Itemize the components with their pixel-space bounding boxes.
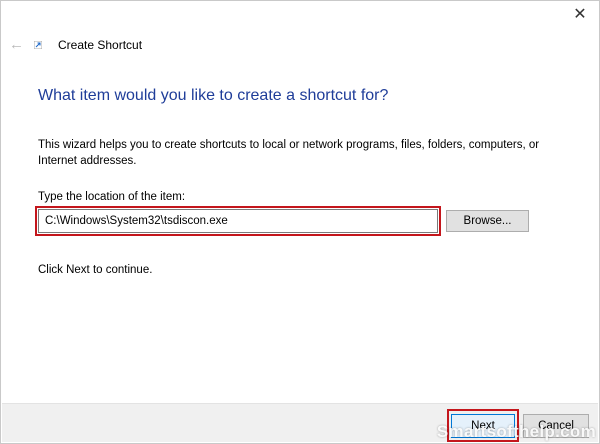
window-title: Create Shortcut bbox=[58, 38, 143, 52]
location-label: Type the location of the item: bbox=[38, 191, 186, 203]
browse-button[interactable]: Browse... bbox=[446, 210, 529, 232]
back-arrow-icon[interactable]: ← bbox=[9, 36, 24, 53]
watermark: Smartsofthelp.com bbox=[436, 422, 596, 441]
wizard-description: This wizard helps you to create shortcut… bbox=[38, 139, 540, 167]
highlight-box-location bbox=[35, 206, 441, 236]
close-icon[interactable]: ✕ bbox=[571, 6, 589, 24]
wizard-heading: What item would you like to create a sho… bbox=[38, 87, 389, 104]
create-shortcut-window: ✕ ← Create Shortcut What item would you … bbox=[0, 0, 600, 444]
shortcut-app-icon bbox=[34, 41, 42, 49]
next-hint-text: Click Next to continue. bbox=[38, 264, 153, 276]
